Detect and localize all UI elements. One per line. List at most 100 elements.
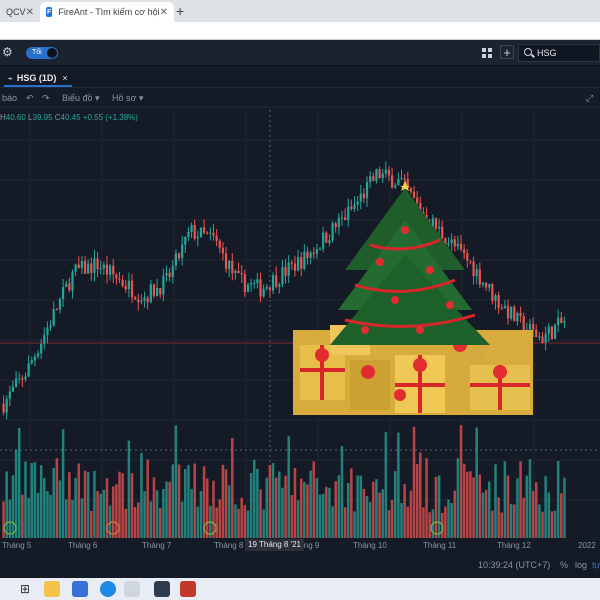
volume-bar xyxy=(17,427,21,538)
volume-bar xyxy=(506,475,510,538)
candle-body xyxy=(303,251,306,269)
candle-body xyxy=(68,283,71,291)
candle-body xyxy=(143,297,146,301)
candle-body xyxy=(412,191,416,198)
address-bar[interactable] xyxy=(0,22,600,40)
new-tab-button[interactable]: + xyxy=(176,3,184,19)
profile-menu[interactable]: Hồ sơ ▾ xyxy=(112,93,143,104)
search-value: HSG xyxy=(537,48,557,58)
volume-bar xyxy=(356,475,359,538)
candle-body xyxy=(456,243,459,247)
zalo-icon[interactable] xyxy=(100,581,116,597)
candle-body xyxy=(206,232,209,234)
volume-bar xyxy=(184,468,187,538)
candle-body xyxy=(256,279,259,283)
log-toggle[interactable]: log xyxy=(575,560,587,570)
undo-icon[interactable]: ↶ xyxy=(26,93,34,104)
candle-body xyxy=(315,249,318,254)
price-chart[interactable] xyxy=(0,110,600,552)
alert-menu[interactable]: báo xyxy=(2,93,17,103)
redo-icon[interactable]: ↷ xyxy=(42,93,50,104)
volume-bar xyxy=(234,504,237,538)
volume-bar xyxy=(133,507,137,538)
browser-tab-qcv[interactable]: QCV ✕ xyxy=(0,2,40,22)
candle-body xyxy=(215,235,218,241)
candle-body xyxy=(275,275,278,287)
candle-body xyxy=(52,309,55,326)
volume-bar xyxy=(484,490,488,538)
volume-bar xyxy=(425,458,428,538)
volume-bar xyxy=(544,476,547,538)
candle-body xyxy=(494,295,497,301)
chrome-icon[interactable] xyxy=(124,581,140,597)
candle-body xyxy=(563,321,566,323)
close-icon[interactable]: × xyxy=(62,73,67,83)
candle-body xyxy=(5,398,8,413)
candle-body xyxy=(209,232,212,234)
candle-body xyxy=(240,272,243,275)
chart-type-menu[interactable]: Biểu đồ ▾ xyxy=(62,93,100,104)
os-taskbar: ⊞ xyxy=(0,578,600,600)
volume-bar xyxy=(531,490,535,538)
candle-body xyxy=(246,284,250,292)
volume-bar xyxy=(393,471,397,538)
candle-body xyxy=(118,278,121,280)
chart-line-icon: ⌁ xyxy=(8,73,13,83)
candle-body xyxy=(18,378,21,380)
volume-bar xyxy=(472,477,475,538)
app-icon[interactable] xyxy=(154,581,170,597)
candle-body xyxy=(199,227,203,237)
gear-icon[interactable]: ⚙ xyxy=(2,45,16,59)
candle-body xyxy=(77,264,80,269)
volume-bar xyxy=(372,481,375,538)
layout-grid-icon[interactable] xyxy=(482,48,492,58)
candle-body xyxy=(162,275,165,295)
volume-bar xyxy=(61,429,65,538)
volume-bar xyxy=(190,489,193,538)
candle-body xyxy=(447,243,450,245)
close-icon[interactable]: ✕ xyxy=(160,7,168,18)
percent-toggle[interactable]: % xyxy=(560,560,568,570)
candle-body xyxy=(87,263,90,274)
candle-body xyxy=(30,360,33,364)
volume-bar xyxy=(243,505,247,538)
volume-bar xyxy=(27,497,30,538)
volume-bar xyxy=(124,508,128,538)
volume-bar xyxy=(252,459,256,538)
add-chart-button[interactable]: + xyxy=(500,45,514,60)
fullscreen-icon[interactable]: ⤢ xyxy=(586,93,593,104)
volume-bar xyxy=(115,484,118,538)
candle-body xyxy=(40,343,43,354)
browser-tab-fireant[interactable]: F FireAnt - Tìm kiếm cơ hội ✕ xyxy=(40,2,174,22)
candle-body xyxy=(475,269,478,277)
tab-hsg-1d[interactable]: ⌁ HSG (1D) × xyxy=(4,71,72,87)
volume-bar xyxy=(155,490,159,538)
task-view-icon[interactable]: ⊞ xyxy=(20,581,36,597)
volume-bar xyxy=(96,491,99,538)
ohlc-close: 40.45 xyxy=(60,113,81,122)
close-icon[interactable]: ✕ xyxy=(26,7,34,18)
symbol-search-input[interactable]: HSG xyxy=(518,44,600,62)
auto-toggle[interactable]: tự xyxy=(592,560,600,570)
theme-toggle[interactable]: Tối xyxy=(26,47,58,59)
candle-body xyxy=(519,312,522,317)
volume-bar xyxy=(11,475,15,538)
volume-bar xyxy=(143,491,146,538)
volume-bar xyxy=(331,506,334,538)
pdf-icon[interactable] xyxy=(180,581,196,597)
candle-body xyxy=(159,288,162,295)
candle-body xyxy=(181,244,184,259)
volume-bar xyxy=(359,475,363,538)
candle-body xyxy=(466,253,469,261)
candle-body xyxy=(74,264,77,272)
candle-body xyxy=(334,223,337,228)
volume-bar xyxy=(274,477,278,538)
mail-icon[interactable] xyxy=(72,581,88,597)
volume-bar xyxy=(196,506,200,538)
volume-bar xyxy=(528,459,532,538)
volume-bar xyxy=(284,475,287,538)
candle-body xyxy=(184,237,187,245)
toggle-knob xyxy=(47,48,57,58)
file-explorer-icon[interactable] xyxy=(44,581,60,597)
volume-bar xyxy=(290,495,294,538)
